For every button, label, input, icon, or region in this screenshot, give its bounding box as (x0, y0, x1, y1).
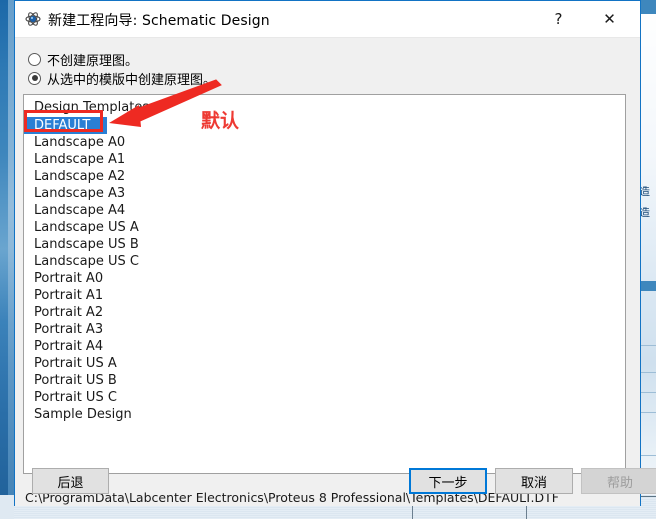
list-item[interactable]: Sample Design (24, 406, 625, 423)
background-right-label-2: 造 (639, 207, 650, 219)
dialog-button-bar: 后退 下一步 取消 帮助 (15, 459, 656, 506)
list-item[interactable]: Landscape A2 (24, 168, 625, 185)
new-project-wizard-dialog: 新建工程向导: Schematic Design ? ✕ 不创建原理图。 从选中… (14, 0, 656, 506)
close-icon: ✕ (603, 9, 616, 28)
dialog-titlebar: 新建工程向导: Schematic Design ? ✕ (15, 1, 640, 38)
question-mark-icon: ? (554, 9, 563, 28)
radio-circle-icon-no-schematic[interactable] (28, 52, 41, 66)
radio-label-from-template: 从选中的模版中创建原理图。 (47, 72, 217, 88)
background-right-label-1: 造 (639, 186, 650, 198)
titlebar-close-button[interactable]: ✕ (587, 1, 632, 37)
radio-option-from-template[interactable]: 从选中的模版中创建原理图。 (28, 69, 217, 88)
cancel-button[interactable]: 取消 (495, 468, 573, 494)
list-item[interactable]: DEFAULT (24, 117, 107, 134)
list-item[interactable]: Landscape US C (24, 253, 625, 270)
list-item[interactable]: Landscape A4 (24, 202, 625, 219)
back-button[interactable]: 后退 (32, 468, 109, 494)
dialog-content: 不创建原理图。 从选中的模版中创建原理图。 Design Templates D… (15, 38, 656, 506)
radio-circle-icon-from-template[interactable] (28, 71, 41, 85)
design-templates-listbox[interactable]: Design Templates DEFAULT Landscape A0 La… (23, 94, 626, 474)
dialog-title: 新建工程向导: Schematic Design (48, 13, 270, 29)
list-item[interactable]: Portrait US A (24, 355, 625, 372)
list-item[interactable]: Landscape A1 (24, 151, 625, 168)
radio-option-no-schematic[interactable]: 不创建原理图。 (28, 50, 139, 69)
list-item[interactable]: Portrait A2 (24, 304, 625, 321)
list-item[interactable]: Portrait US B (24, 372, 625, 389)
proteus-atom-icon (25, 11, 41, 27)
help-button: 帮助 (581, 468, 656, 494)
list-item[interactable]: Portrait US C (24, 389, 625, 406)
listbox-header: Design Templates (34, 100, 150, 115)
list-item[interactable]: Landscape US A (24, 219, 625, 236)
list-item[interactable]: Landscape A3 (24, 185, 625, 202)
next-button[interactable]: 下一步 (409, 468, 487, 494)
list-item[interactable]: Portrait A0 (24, 270, 625, 287)
list-item[interactable]: Portrait A4 (24, 338, 625, 355)
list-item[interactable]: Landscape US B (24, 236, 625, 253)
radio-label-no-schematic: 不创建原理图。 (47, 53, 139, 69)
list-item[interactable]: Portrait A1 (24, 287, 625, 304)
titlebar-help-button[interactable]: ? (536, 1, 581, 37)
list-item[interactable]: Portrait A3 (24, 321, 625, 338)
list-item[interactable]: Landscape A0 (24, 134, 625, 151)
